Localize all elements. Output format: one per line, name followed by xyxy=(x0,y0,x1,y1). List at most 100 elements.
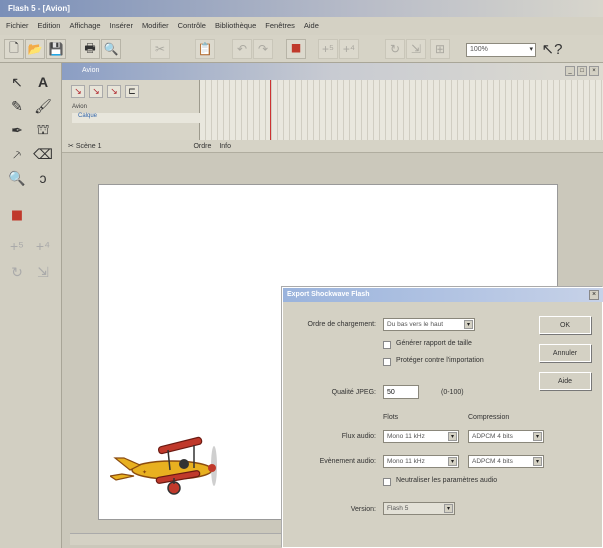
menu-window[interactable]: Fenêtres xyxy=(265,21,295,31)
playhead[interactable] xyxy=(270,80,271,140)
paint-bucket-icon[interactable]: ⛫ xyxy=(32,119,54,141)
rate-header: Flots xyxy=(383,414,399,421)
document-title-bar: Avion _ □ × xyxy=(62,63,603,80)
delete-layer-icon[interactable]: ↘ xyxy=(107,85,121,98)
open-folder-icon[interactable]: 📂 xyxy=(25,39,45,59)
jpeg-range-text: (0-100) xyxy=(441,389,464,396)
menu-control[interactable]: Contrôle xyxy=(178,21,206,31)
load-order-label: Ordre de chargement: xyxy=(307,321,376,328)
stream-audio-comp-select[interactable]: ADPCM 4 bits ▾ xyxy=(468,430,544,443)
help-pointer-icon[interactable]: ↖? xyxy=(542,39,563,59)
smooth-icon[interactable]: +⁵ xyxy=(318,39,338,59)
scene-tab[interactable]: Info xyxy=(219,143,231,150)
menu-edit[interactable]: Edition xyxy=(38,21,61,31)
scene-tab[interactable]: Ordre xyxy=(193,143,211,150)
pencil-tool-icon[interactable]: ✎ xyxy=(6,95,28,117)
jpeg-quality-label: Qualité JPEG: xyxy=(331,389,376,396)
print-icon[interactable]: 🖶 xyxy=(80,39,100,59)
menu-insert[interactable]: Insérer xyxy=(110,21,133,31)
arrow-tool-icon[interactable]: ↖ xyxy=(6,71,28,93)
rotate-icon[interactable]: ↻ xyxy=(385,39,405,59)
scale-icon[interactable]: ⇲ xyxy=(406,39,426,59)
version-select[interactable]: Flash 5 ▾ xyxy=(383,502,455,515)
cancel-button[interactable]: Annuler xyxy=(539,344,591,362)
straighten-icon[interactable]: +⁴ xyxy=(339,39,359,59)
new-file-icon[interactable]: 🗋 xyxy=(4,39,24,59)
paste-icon[interactable]: 📋 xyxy=(195,39,215,59)
menu-library[interactable]: Bibliothèque xyxy=(215,21,256,31)
close-icon[interactable]: × xyxy=(589,66,599,76)
timeline: ↘ ↘ ↘ ⊏ Avion Calque xyxy=(62,80,603,140)
chevron-down-icon: ▾ xyxy=(464,320,473,329)
text-tool-icon[interactable]: A xyxy=(32,71,54,93)
biplane-image[interactable]: ✦ xyxy=(110,432,250,502)
frame-grid[interactable] xyxy=(200,80,603,140)
dropper-tool-icon[interactable]: ⸕ xyxy=(6,143,28,165)
size-report-label[interactable]: Générer rapport de taille xyxy=(396,340,472,347)
magnet-option-icon[interactable]: ⯀ xyxy=(6,205,28,227)
frame-view-icon[interactable]: ⊏ xyxy=(125,85,139,98)
chevron-down-icon: ▾ xyxy=(533,432,542,441)
print-preview-icon[interactable]: 🔍 xyxy=(101,39,121,59)
add-layer-icon[interactable]: ↘ xyxy=(71,85,85,98)
protect-import-checkbox[interactable] xyxy=(383,358,391,366)
event-audio-label: Evènement audio: xyxy=(319,458,376,465)
lasso-tool-icon[interactable]: ↄ xyxy=(32,167,54,189)
menu-modify[interactable]: Modifier xyxy=(142,21,169,31)
size-report-checkbox[interactable] xyxy=(383,341,391,349)
menu-bar: Fichier Edition Affichage Insérer Modifi… xyxy=(0,17,603,35)
help-button[interactable]: Aide xyxy=(539,372,591,390)
scene-icon: ✂ xyxy=(68,143,76,150)
zoom-select[interactable]: 100% xyxy=(466,43,536,57)
app-title-bar: Flash 5 - [Avion] xyxy=(0,0,603,17)
maximize-icon[interactable]: □ xyxy=(577,66,587,76)
cut-icon[interactable]: ✂ xyxy=(150,39,170,59)
event-audio-rate-value: Mono 11 kHz xyxy=(387,458,425,465)
scale-option-icon[interactable]: ⇲ xyxy=(32,261,54,283)
main-toolbar: 🗋 📂 💾 🖶 🔍 ✂ 📋 ↶ ↷ ⯀ +⁵ +⁴ ↻ ⇲ ⊞ 100% ↖? xyxy=(0,35,603,63)
add-guide-icon[interactable]: ↘ xyxy=(89,85,103,98)
dialog-title: Export Shockwave Flash xyxy=(283,288,603,302)
ok-button[interactable]: OK xyxy=(539,316,591,334)
align-icon[interactable]: ⊞ xyxy=(430,39,450,59)
zoom-tool-icon[interactable]: 🔍 xyxy=(6,167,28,189)
override-audio-checkbox[interactable] xyxy=(383,478,391,486)
undo-icon[interactable]: ↶ xyxy=(232,39,252,59)
stream-audio-label: Flux audio: xyxy=(341,433,376,440)
protect-import-label[interactable]: Protéger contre l'importation xyxy=(396,357,484,364)
brush-tool-icon[interactable]: 🖌 xyxy=(32,95,54,117)
menu-help[interactable]: Aide xyxy=(304,21,319,31)
ink-bottle-icon[interactable]: ✒ xyxy=(6,119,28,141)
redo-icon[interactable]: ↷ xyxy=(253,39,273,59)
event-audio-comp-select[interactable]: ADPCM 4 bits ▾ xyxy=(468,455,544,468)
smooth-option-icon[interactable]: +⁵ xyxy=(6,235,28,257)
tools-panel: ↖ A ✎ 🖌 ✒ ⛫ ⸕ ⌫ 🔍 ↄ ⯀ +⁵ +⁴ ↻ ⇲ xyxy=(0,63,62,548)
eraser-tool-icon[interactable]: ⌫ xyxy=(32,143,54,165)
override-audio-label[interactable]: Neutraliser les paramètres audio xyxy=(396,477,497,484)
straighten-option-icon[interactable]: +⁴ xyxy=(32,235,54,257)
document-title: Avion xyxy=(82,67,100,74)
chevron-down-icon: ▾ xyxy=(448,432,457,441)
stream-audio-rate-select[interactable]: Mono 11 kHz ▾ xyxy=(383,430,459,443)
scene-label[interactable]: Scène 1 xyxy=(76,143,102,150)
snap-magnet-icon[interactable]: ⯀ xyxy=(286,39,306,59)
menu-view[interactable]: Affichage xyxy=(69,21,100,31)
stream-audio-rate-value: Mono 11 kHz xyxy=(387,433,425,440)
layer-panel: ↘ ↘ ↘ ⊏ Avion Calque xyxy=(62,80,200,140)
dialog-close-icon[interactable]: × xyxy=(589,290,599,300)
layer-name[interactable]: Avion xyxy=(72,104,87,110)
compression-header: Compression xyxy=(468,414,510,421)
chevron-down-icon: ▾ xyxy=(448,457,457,466)
event-audio-rate-select[interactable]: Mono 11 kHz ▾ xyxy=(383,455,459,468)
load-order-value: Du bas vers le haut xyxy=(387,321,444,328)
load-order-select[interactable]: Du bas vers le haut ▾ xyxy=(383,318,475,331)
save-icon[interactable]: 💾 xyxy=(46,39,66,59)
scene-bar: ✂ Scène 1 Ordre Info xyxy=(62,140,603,153)
layer-name[interactable]: Calque xyxy=(72,113,200,123)
export-dialog: Export Shockwave Flash × Ordre de charge… xyxy=(282,287,603,548)
rotate-option-icon[interactable]: ↻ xyxy=(6,261,28,283)
minimize-icon[interactable]: _ xyxy=(565,66,575,76)
version-label: Version: xyxy=(350,506,376,513)
menu-file[interactable]: Fichier xyxy=(6,21,29,31)
jpeg-quality-input[interactable]: 50 xyxy=(383,385,419,399)
